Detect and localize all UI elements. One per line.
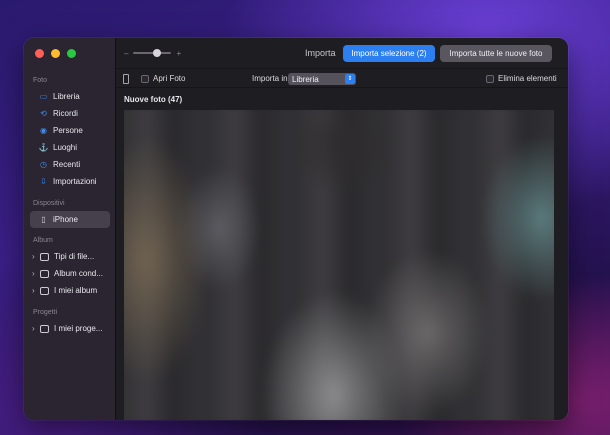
sidebar-item-tipi-di-file[interactable]: › Tipi di file...	[24, 248, 116, 265]
sidebar-header-foto: Foto	[33, 77, 48, 84]
sidebar-item-label: Libreria	[53, 92, 80, 101]
shared-folder-icon	[40, 269, 49, 278]
folder-icon	[40, 252, 49, 261]
chevron-right-icon[interactable]: ›	[32, 252, 39, 261]
people-icon: ◉	[40, 126, 47, 135]
sidebar-item-i-miei-album[interactable]: › I miei album	[24, 282, 116, 299]
import-in-label: Importa in:	[252, 74, 290, 83]
zoom-window-button[interactable]	[67, 49, 76, 58]
import-all-button[interactable]: Importa tutte le nuove foto	[440, 45, 552, 62]
photo-grid[interactable]	[124, 110, 554, 420]
import-options-bar: Apri Foto Importa in: Libreria ⇕ Elimina…	[116, 68, 568, 88]
delete-items-label: Elimina elementi	[498, 74, 557, 83]
window-controls	[35, 49, 76, 58]
zoom-control: – +	[124, 49, 181, 58]
sidebar-item-libreria[interactable]: ▭ Libreria	[24, 88, 116, 105]
memories-icon: ⟲	[40, 109, 47, 118]
minimize-window-button[interactable]	[51, 49, 60, 58]
sidebar-item-persone[interactable]: ◉ Persone	[24, 122, 116, 139]
import-selection-button[interactable]: Importa selezione (2)	[343, 45, 435, 62]
sidebar-item-recenti[interactable]: ◷ Recenti	[24, 156, 116, 173]
sidebar-item-label: Luoghi	[53, 143, 78, 152]
sidebar-item-ricordi[interactable]: ⟲ Ricordi	[24, 105, 116, 122]
sidebar-item-label: iPhone	[53, 215, 78, 224]
sidebar-item-importazioni[interactable]: ⇩ Importazioni	[24, 173, 116, 190]
sidebar-item-iphone[interactable]: ▯ iPhone	[30, 211, 110, 228]
blurred-photo-thumbnails	[124, 110, 554, 420]
iphone-icon: ▯	[41, 215, 46, 224]
zoom-slider-thumb[interactable]	[153, 49, 162, 57]
folder-icon	[40, 286, 49, 295]
import-destination-select[interactable]: Libreria ⇕	[288, 73, 356, 85]
sidebar-section-foto: Foto ▭ Libreria ⟲ Ricordi ◉ Persone ⚓ Lu…	[24, 74, 116, 190]
chevron-updown-icon: ⇕	[345, 74, 355, 84]
photo-library-icon: ▭	[39, 92, 48, 101]
sidebar-header-progetti: Progetti	[33, 309, 58, 316]
recents-icon: ◷	[40, 160, 47, 169]
sidebar-header-album: Album	[33, 237, 53, 244]
new-photos-title: Nuove foto (47)	[124, 95, 183, 104]
sidebar-section-dispositivi: Dispositivi ▯ iPhone	[24, 197, 116, 228]
chevron-right-icon[interactable]: ›	[32, 269, 39, 278]
sidebar-item-label: Recenti	[53, 160, 81, 169]
zoom-slider[interactable]	[133, 49, 172, 57]
import-destination-value: Libreria	[292, 74, 319, 84]
sidebar-item-label: I miei proge...	[54, 324, 103, 333]
zoom-out-icon[interactable]: –	[124, 49, 128, 58]
sidebar-item-luoghi[interactable]: ⚓ Luoghi	[24, 139, 116, 156]
chevron-right-icon[interactable]: ›	[32, 286, 39, 295]
chevron-right-icon[interactable]: ›	[32, 324, 39, 333]
sidebar-item-label: Album cond...	[54, 269, 103, 278]
toolbar: – + Importa Importa selezione (2) Import…	[116, 38, 568, 68]
folder-icon	[40, 324, 49, 333]
photos-import-window: Foto ▭ Libreria ⟲ Ricordi ◉ Persone ⚓ Lu…	[24, 38, 568, 420]
sidebar-item-i-miei-progetti[interactable]: › I miei proge...	[24, 320, 116, 337]
places-icon: ⚓	[38, 143, 49, 152]
sidebar: Foto ▭ Libreria ⟲ Ricordi ◉ Persone ⚓ Lu…	[24, 38, 116, 420]
main-pane: – + Importa Importa selezione (2) Import…	[116, 38, 568, 420]
sidebar-item-album-condivisi[interactable]: › Album cond...	[24, 265, 116, 282]
toolbar-title: Importa	[305, 48, 336, 58]
sidebar-item-label: I miei album	[54, 286, 98, 295]
close-window-button[interactable]	[35, 49, 44, 58]
sidebar-section-album: Album › Tipi di file... › Album cond... …	[24, 234, 116, 299]
sidebar-section-progetti: Progetti › I miei proge...	[24, 306, 116, 337]
sidebar-item-label: Persone	[53, 126, 83, 135]
open-photos-label: Apri Foto	[153, 74, 186, 83]
zoom-in-icon[interactable]: +	[176, 49, 181, 58]
open-photos-checkbox[interactable]	[141, 75, 149, 83]
device-phone-icon	[123, 74, 129, 84]
sidebar-header-dispositivi: Dispositivi	[33, 200, 65, 207]
sidebar-item-label: Ricordi	[53, 109, 78, 118]
delete-items-checkbox[interactable]	[486, 75, 494, 83]
sidebar-item-label: Tipi di file...	[54, 252, 95, 261]
sidebar-item-label: Importazioni	[53, 177, 97, 186]
imports-icon: ⇩	[40, 177, 47, 186]
